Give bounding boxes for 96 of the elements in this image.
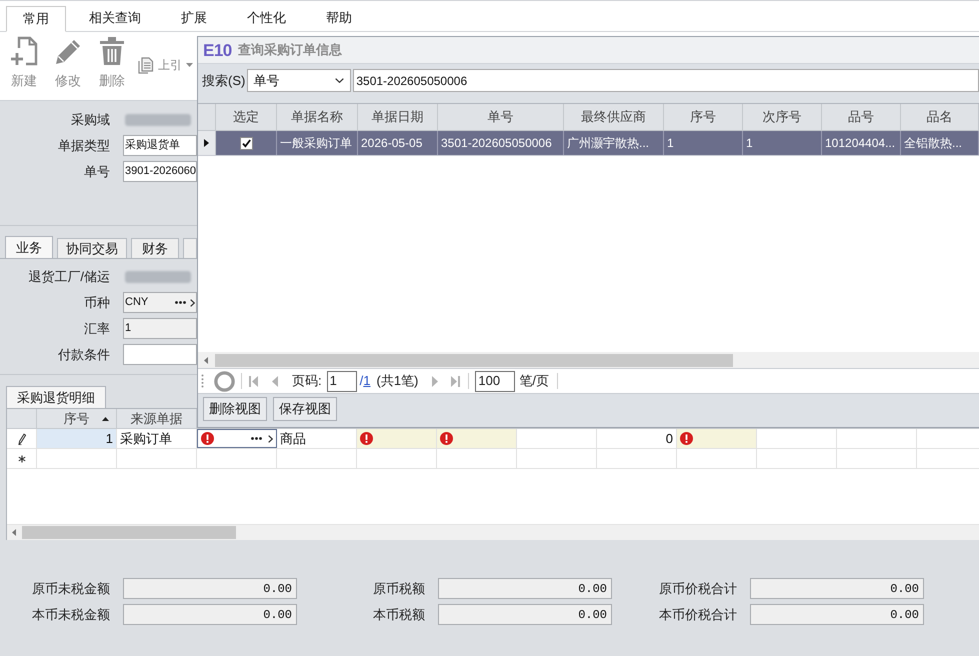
search-label: 搜索(S) [202,72,246,90]
next-page-icon[interactable] [432,376,438,386]
readonly-field: 0.00 [438,604,612,625]
table-cell: 1 [743,131,822,155]
more-icon[interactable] [175,301,186,304]
field-label: 币种 [83,294,110,312]
menu-tab[interactable]: 帮助 [309,5,369,31]
total-pages-link[interactable]: /1 [360,371,370,391]
table-cell: 一般采购订单 [277,131,358,155]
tab[interactable] [183,238,197,258]
tab[interactable]: 采购退货明细 [6,386,106,408]
chevron-down-icon[interactable] [335,78,344,83]
column-header[interactable]: 单号 [438,104,564,130]
table-cell[interactable]: 采购订单 [117,429,197,448]
page-size-input[interactable]: 100 [475,370,516,392]
text-field[interactable]: 3901-2026060 [123,161,197,182]
dialog-title: 查询采购订单信息 [238,41,342,60]
checkbox[interactable] [240,136,252,150]
selected-row[interactable]: 一般采购订单 2026-05-05 3501-202605050006 广州灏宇散热... 1 1 101204404... 全铝散热... [216,131,979,155]
chevron-right-icon[interactable] [268,434,273,442]
document-icon [138,56,154,74]
trash-icon [98,36,126,66]
horizontal-scrollbar[interactable] [198,352,979,368]
text-field[interactable] [123,344,197,365]
field-label: 付款条件 [57,346,110,364]
previous-page-icon[interactable] [272,376,278,386]
readonly-field: 0.00 [123,604,297,625]
menu-tab[interactable]: 个性化 [230,5,303,31]
field-label: 退货工厂/储运 [27,268,110,286]
table-cell: 1 [664,131,743,155]
view-button[interactable]: 保存视图 [273,397,337,421]
menu-tab[interactable]: 常用 [6,6,66,32]
table-cell: 全铝散热... [901,131,979,155]
column-header[interactable]: 品名 [901,104,979,130]
page-size-label: 笔/页 [519,372,549,390]
column-header[interactable]: 选定 [216,104,277,130]
page-label: 页码: [292,372,322,390]
scroll-left-icon[interactable] [12,529,16,536]
sort-ascending-icon[interactable] [102,417,109,421]
scrollbar-thumb[interactable] [215,354,733,366]
readonly-field: 0.00 [438,578,612,599]
field-label: 单据类型 [57,136,110,155]
tab[interactable]: 协同交易 [57,238,127,258]
table-cell: 2026-05-05 [358,131,438,155]
menu-tab[interactable]: 扩展 [164,5,224,31]
column-header[interactable]: 单据日期 [358,104,438,130]
column-header[interactable]: 品号 [822,104,901,130]
error-icon [440,432,453,445]
table-cell: 广州灏宇散热... [564,131,664,155]
picker-field[interactable]: CNY [123,292,197,313]
page-input[interactable]: 1 [326,370,357,392]
scroll-left-icon[interactable] [204,356,208,364]
horizontal-scrollbar[interactable] [7,524,979,540]
grip-handle-icon[interactable] [201,374,204,388]
column-header[interactable]: 序号 [664,104,743,130]
view-button[interactable]: 删除视图 [203,397,267,421]
more-icon[interactable] [251,437,262,440]
table-cell[interactable] [197,429,277,448]
search-input[interactable]: 3501-202605050006 [353,69,979,92]
field-label: 原币税额 [372,580,425,598]
table-cell[interactable]: 1 [37,429,117,448]
field-label: 原币未税金额 [31,580,110,598]
field-label: 本币未税金额 [31,606,110,624]
column-header[interactable]: 单据名称 [277,104,358,130]
field-label: 本币价税合计 [658,606,737,624]
tab[interactable]: 财务 [131,238,179,258]
ring-icon[interactable] [214,370,235,392]
column-header[interactable]: 次序号 [743,104,822,130]
field-label: 采购域 [70,110,110,129]
readonly-field: 0.00 [750,578,924,599]
readonly-field: 0.00 [750,604,924,625]
field-label: 本币税额 [372,606,425,624]
field-label: 汇率 [83,320,110,338]
column-header[interactable]: 最终供应商 [564,104,664,130]
readonly-field: 0.00 [123,578,297,599]
field-label: 单号 [83,162,110,181]
search-field-dropdown[interactable]: 单号 [247,69,352,92]
field-label: 原币价税合计 [658,580,737,598]
record-count: (共1笔) [376,372,418,390]
error-icon [360,432,373,445]
text-field[interactable]: 采购退货单 [123,135,197,156]
last-page-icon[interactable] [451,376,460,386]
chevron-right-icon[interactable] [190,298,195,306]
scrollbar-thumb[interactable] [22,526,236,539]
table-cell: 101204404... [822,131,901,155]
new-document-icon [10,36,38,66]
error-icon [680,432,693,445]
app-logo: E10 [203,42,232,58]
table-cell: 3501-202605050006 [438,131,564,155]
table-cell[interactable]: 商品 [277,429,357,448]
column-header[interactable]: 序号 [37,409,117,428]
error-icon [201,432,214,445]
tab[interactable]: 业务 [5,236,53,258]
text-field[interactable]: 1 [123,318,197,339]
menu-tab[interactable]: 相关查询 [72,5,158,31]
first-page-icon[interactable] [249,376,258,386]
